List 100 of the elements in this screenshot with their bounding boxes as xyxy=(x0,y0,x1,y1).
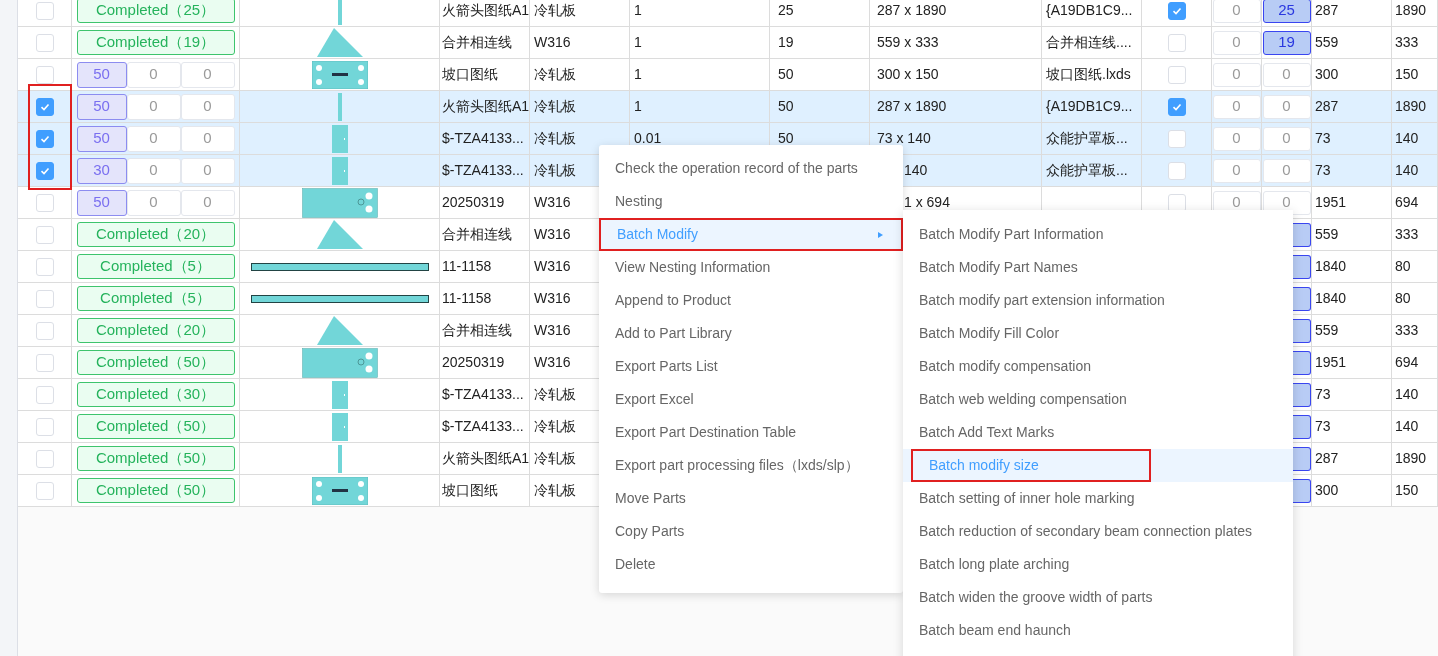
number-field[interactable]: 0 xyxy=(1212,94,1261,119)
number-field[interactable] xyxy=(1293,318,1311,343)
status-badge: Completed（50） xyxy=(76,478,235,503)
checkbox[interactable] xyxy=(35,97,54,116)
checkbox[interactable] xyxy=(1167,1,1186,20)
part-name: 合并相连线 xyxy=(442,33,512,52)
width-value: 559 xyxy=(1315,321,1339,340)
menu-item[interactable]: Batch Modify Part Information xyxy=(903,218,1104,251)
height-value: 1890 xyxy=(1395,97,1427,116)
menu-item[interactable]: Batch beam end haunch xyxy=(903,614,1071,647)
menu-item[interactable]: Check the operation record of the parts xyxy=(599,152,903,185)
number-field[interactable] xyxy=(1293,382,1311,407)
part-name: $-TZA4133... xyxy=(442,161,524,180)
height-value: 140 xyxy=(1395,161,1419,180)
size: 1 x 694 xyxy=(904,193,950,212)
width-value: 559 xyxy=(1315,33,1339,52)
table-row[interactable]: 50 0 0 火箭头图纸A1 冷轧板 1 50 287 x 1890 {A19DB1C9... 0 0 287 1890 xyxy=(18,91,1438,123)
width-value: 1951 xyxy=(1315,353,1347,372)
checkbox[interactable] xyxy=(1167,97,1186,116)
count-field[interactable]: 0 xyxy=(126,61,181,88)
count-field[interactable]: 50 xyxy=(76,189,127,216)
count-field[interactable]: 0 xyxy=(180,189,235,216)
count-field[interactable]: 50 xyxy=(76,93,127,120)
number-field[interactable]: 0 xyxy=(1212,30,1261,55)
number-field[interactable] xyxy=(1293,414,1311,439)
count-field[interactable]: 0 xyxy=(180,93,235,120)
count-field[interactable]: 50 xyxy=(76,61,127,88)
menu-item[interactable]: Nesting xyxy=(599,185,903,218)
menu-item[interactable]: Append to Product xyxy=(599,284,903,317)
count-field[interactable]: 0 xyxy=(126,125,181,152)
number-field[interactable]: 0 xyxy=(1212,0,1261,23)
table-row[interactable]: Completed（19） 合并相连线 W316 1 19 559 x 333 合并相连线.... 0 19 559 333 xyxy=(18,27,1438,59)
number-field[interactable]: 0 xyxy=(1262,62,1311,87)
menu-item[interactable]: Export Parts List xyxy=(599,350,903,383)
count-field[interactable]: 0 xyxy=(126,93,181,120)
menu-item[interactable]: Batch reduction of secondary beam connection plates xyxy=(903,515,1253,548)
width-value: 287 xyxy=(1315,449,1339,468)
part-name: 11-1158 xyxy=(442,257,492,276)
number-field[interactable] xyxy=(1293,446,1311,471)
table-row[interactable]: Completed（25） 火箭头图纸A1 冷轧板 1 25 287 x 1890 {A19DB1C9... 0 25 287 1890 xyxy=(18,0,1438,27)
menu-item[interactable]: Export Part Destination Table xyxy=(599,416,903,449)
menu-item[interactable]: Batch long plate arching xyxy=(903,548,1070,581)
material: W316 xyxy=(534,257,571,276)
menu-item[interactable]: Batch modify compensation xyxy=(903,350,1091,383)
table-row[interactable]: 50 0 0 $-TZA4133... 冷轧板 0.01 50 73 x 140 众能护罩板... 0 0 73 140 xyxy=(18,123,1438,155)
count-field[interactable]: 30 xyxy=(76,157,127,184)
menu-item[interactable]: View Nesting Information xyxy=(599,251,903,284)
number-field[interactable] xyxy=(1293,350,1311,375)
menu-item[interactable]: Batch modify part extension information xyxy=(903,284,1165,317)
part-name: 11-1158 xyxy=(442,289,492,308)
number-field[interactable]: 0 xyxy=(1262,158,1311,183)
part-name: $-TZA4133... xyxy=(442,129,524,148)
number-field[interactable] xyxy=(1293,254,1311,279)
height-value: 80 xyxy=(1395,257,1411,276)
number-field[interactable]: 19 xyxy=(1262,30,1311,55)
count-field[interactable]: 50 xyxy=(76,125,127,152)
part-name: 合并相连线 xyxy=(442,225,512,244)
quantity: 0.01 xyxy=(634,129,662,148)
menu-item[interactable]: Batch web welding compensation xyxy=(903,383,1127,416)
number-field[interactable]: 0 xyxy=(1212,126,1261,151)
menu-item[interactable]: Move Parts xyxy=(599,482,903,515)
size: 140 xyxy=(904,161,928,180)
number-field[interactable]: 25 xyxy=(1262,0,1311,23)
height-value: 140 xyxy=(1395,417,1419,436)
count-field[interactable]: 0 xyxy=(180,125,235,152)
count: 25 xyxy=(778,1,794,20)
count-field[interactable]: 0 xyxy=(126,189,181,216)
number-field[interactable]: 0 xyxy=(1212,158,1261,183)
narrow-plate-drawing xyxy=(331,124,348,153)
table-row[interactable]: 50 0 0 坡口图纸 冷轧板 1 50 300 x 150 坡口图纸.lxds 0 0 300 150 xyxy=(18,59,1438,91)
number-field[interactable]: 0 xyxy=(1262,94,1311,119)
menu-item[interactable]: Batch setting of inner hole marking xyxy=(903,482,1135,515)
checkbox[interactable] xyxy=(35,161,54,180)
menu-item[interactable]: Batch Modify Fill Color xyxy=(903,317,1060,350)
count-field[interactable]: 0 xyxy=(180,61,235,88)
number-field[interactable]: 0 xyxy=(1262,126,1311,151)
width-value: 73 xyxy=(1315,385,1331,404)
number-field[interactable] xyxy=(1293,478,1311,503)
count-field[interactable]: 0 xyxy=(180,157,235,184)
menu-item[interactable]: Batch widen the groove width of parts xyxy=(903,581,1153,614)
size: 287 x 1890 xyxy=(877,97,947,116)
number-field[interactable]: 0 xyxy=(1212,62,1261,87)
menu-item[interactable]: Delete xyxy=(599,548,903,581)
part-name: 坡口图纸 xyxy=(442,65,498,84)
height-value: 694 xyxy=(1395,193,1419,212)
number-field[interactable] xyxy=(1293,286,1311,311)
menu-item[interactable]: Export part processing files（lxds/slp） xyxy=(599,449,903,482)
material: W316 xyxy=(534,225,571,244)
menu-item[interactable]: Batch Modify Part Names xyxy=(903,251,1078,284)
status-badge: Completed（30） xyxy=(76,382,235,407)
menu-item[interactable]: Export Excel xyxy=(599,383,903,416)
part-name: 火箭头图纸A1 xyxy=(442,1,530,20)
number-field[interactable] xyxy=(1293,222,1311,247)
menu-item[interactable]: Add to Part Library xyxy=(599,317,903,350)
height-value: 1890 xyxy=(1395,1,1427,20)
menu-item[interactable]: Copy Parts xyxy=(599,515,903,548)
checkbox[interactable] xyxy=(35,129,54,148)
count-field[interactable]: 0 xyxy=(126,157,181,184)
menu-item[interactable]: Batch Add Text Marks xyxy=(903,416,1055,449)
height-value: 140 xyxy=(1395,385,1419,404)
